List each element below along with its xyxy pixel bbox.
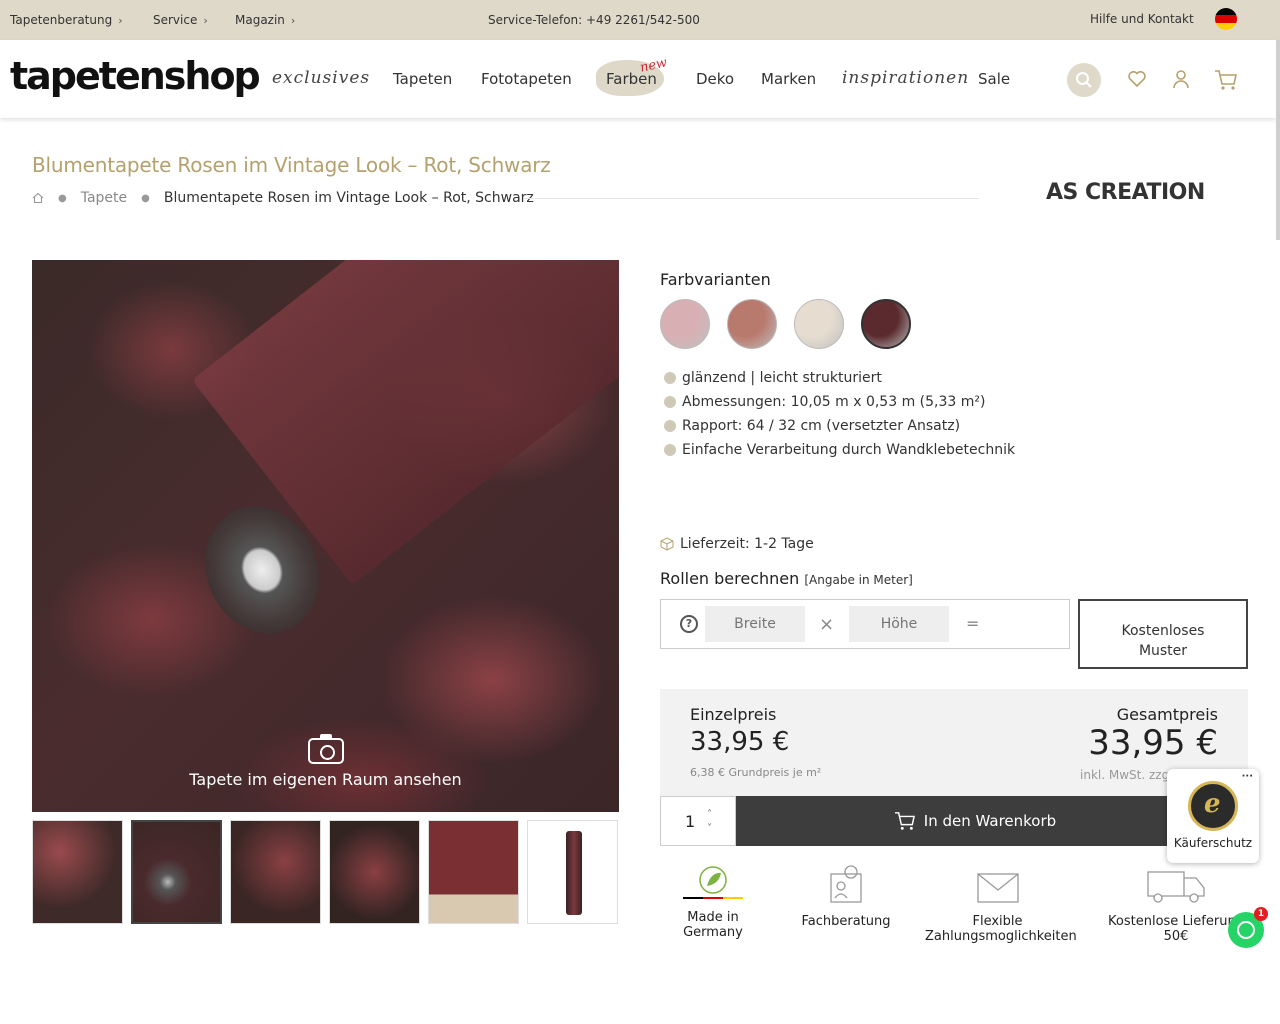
breadcrumb-separator: ● — [141, 192, 150, 204]
usp-made-in-germany: Made in Germany — [660, 864, 766, 940]
breadcrumb-tapete[interactable]: Tapete — [81, 190, 127, 206]
chevron-right-icon: › — [118, 13, 123, 27]
trusted-seal-icon: e — [1188, 781, 1238, 831]
scrollbar[interactable] — [1276, 40, 1280, 240]
chevron-right-icon: › — [290, 13, 296, 27]
page-title: Blumentapete Rosen im Vintage Look – Rot… — [32, 153, 551, 177]
breadcrumb: ● Tapete ● Blumentapete Rosen im Vintage… — [32, 190, 534, 206]
help-icon[interactable]: ? — [680, 615, 698, 633]
feature-item: glänzend | leicht strukturiert — [664, 366, 1015, 390]
bullet-icon — [664, 420, 676, 432]
topbar-link-tapetenberatung[interactable]: Tapetenberatung › — [10, 13, 123, 27]
search-icon — [1076, 72, 1092, 88]
home-icon[interactable] — [32, 192, 44, 204]
consulting-icon — [830, 865, 862, 903]
site-logo[interactable]: tapetenshop — [10, 54, 261, 98]
bullet-icon — [664, 444, 676, 456]
envelope-icon — [976, 873, 1019, 903]
tax-note: inkl. MwSt. zzgl. — [1080, 768, 1177, 782]
user-icon[interactable] — [1172, 69, 1190, 89]
roll-calculator: ? × = — [660, 599, 1070, 649]
new-badge: new — [638, 55, 669, 76]
usp-flexible-payment: Flexible Zahlungsmoglichkeiten — [925, 864, 1077, 944]
nav-fototapeten[interactable]: Fototapeten — [481, 70, 572, 88]
nav-inspirationen[interactable]: inspirationen — [842, 68, 969, 88]
thumbnail[interactable] — [131, 820, 222, 924]
thumbnail[interactable] — [428, 820, 519, 924]
hoehe-input[interactable] — [849, 606, 949, 642]
einzelpreis-label: Einzelpreis — [690, 705, 777, 724]
feature-item: Rapport: 64 / 32 cm (versetzter Ansatz) — [664, 414, 1015, 438]
breadcrumb-separator: ● — [58, 192, 67, 204]
feature-item: Einfache Verarbeitung durch Wandklebetec… — [664, 438, 1015, 462]
equals-icon: = — [966, 614, 980, 633]
breadcrumb-divider — [524, 198, 979, 199]
breite-input[interactable] — [705, 606, 805, 642]
trusted-shops-badge[interactable]: ··· e Käuferschutz — [1167, 769, 1259, 863]
germany-flag-icon[interactable] — [1215, 8, 1237, 30]
quantity-stepper[interactable]: 1 ˄ ˅ — [660, 796, 736, 846]
kaeuferschutz-label: Käuferschutz — [1173, 836, 1253, 850]
feature-list: glänzend | leicht strukturiert Abmessung… — [664, 366, 1015, 462]
nav-tapeten[interactable]: Tapeten — [393, 70, 452, 88]
einzelpreis-value: 33,95 € — [690, 727, 790, 757]
top-bar: Tapetenberatung › Service › Magazin › Servi… — [0, 0, 1280, 40]
breadcrumb-current: Blumentapete Rosen im Vintage Look – Rot… — [163, 190, 534, 206]
thumbnail[interactable] — [32, 820, 123, 924]
multiply-icon: × — [819, 614, 835, 635]
chevron-right-icon: › — [203, 13, 208, 27]
topbar-link-magazin[interactable]: Magazin › — [235, 13, 295, 27]
bullet-icon — [664, 396, 676, 408]
view-in-room-link[interactable]: Tapete im eigenen Raum ansehen — [32, 770, 619, 789]
color-swatch[interactable] — [727, 299, 777, 349]
nav-deko[interactable]: Deko — [696, 70, 734, 88]
grundpreis: 6,38 € Grundpreis je m² — [690, 766, 822, 779]
more-icon[interactable]: ··· — [1242, 771, 1253, 782]
free-sample-button[interactable]: Kostenloses Muster — [1078, 599, 1248, 669]
heart-icon[interactable] — [1127, 69, 1147, 89]
chevron-up-icon[interactable]: ˄ — [707, 809, 712, 820]
farbvarianten-title: Farbvarianten — [660, 270, 771, 289]
color-swatch[interactable] — [660, 299, 710, 349]
brand-logo[interactable]: AS CREATION — [1046, 180, 1205, 205]
cart-icon — [894, 812, 915, 830]
search-button[interactable] — [1067, 63, 1101, 97]
add-to-cart-button[interactable]: In den Warenkorb — [736, 796, 1214, 846]
nav-exclusives[interactable]: exclusives — [272, 68, 370, 88]
color-swatch[interactable] — [794, 299, 844, 349]
cart-icon[interactable] — [1214, 69, 1238, 91]
thumbnail[interactable] — [230, 820, 321, 924]
color-swatch-selected[interactable] — [861, 299, 911, 349]
bullet-icon — [664, 372, 676, 384]
usp-fachberatung: Fachberatung — [800, 864, 892, 929]
thumbnail[interactable] — [329, 820, 420, 924]
feature-item: Abmessungen: 10,05 m x 0,53 m (5,33 m²) — [664, 390, 1015, 414]
thumbnail-strip — [32, 820, 618, 924]
main-header: tapetenshop exclusives Tapeten Fototapet… — [0, 40, 1276, 118]
product-main-image[interactable]: Tapete im eigenen Raum ansehen — [32, 260, 619, 812]
delivery-time: Lieferzeit: 1-2 Tage — [660, 536, 814, 552]
nav-marken[interactable]: Marken — [761, 70, 816, 88]
leaf-icon — [683, 866, 743, 899]
box-icon — [660, 537, 674, 551]
nav-sale[interactable]: Sale — [978, 70, 1010, 88]
gesamtpreis-label: Gesamtpreis — [1116, 705, 1218, 724]
camera-icon[interactable] — [308, 734, 344, 764]
truck-icon — [1147, 871, 1205, 903]
topbar-link-service[interactable]: Service › — [153, 13, 208, 27]
gesamtpreis-value: 33,95 € — [1088, 723, 1218, 763]
price-box: Einzelpreis 33,95 € 6,38 € Grundpreis je… — [660, 689, 1248, 797]
help-contact-link[interactable]: Hilfe und Kontakt — [1090, 12, 1194, 26]
service-phone[interactable]: Service-Telefon: +49 2261/542-500 — [488, 13, 700, 27]
chevron-down-icon[interactable]: ˅ — [707, 823, 712, 834]
notification-badge: 1 — [1254, 907, 1268, 921]
quantity-value: 1 — [685, 812, 696, 831]
thumbnail[interactable] — [527, 820, 618, 924]
rollen-berechnen-title: Rollen berechnen [Angabe in Meter] — [660, 569, 913, 588]
